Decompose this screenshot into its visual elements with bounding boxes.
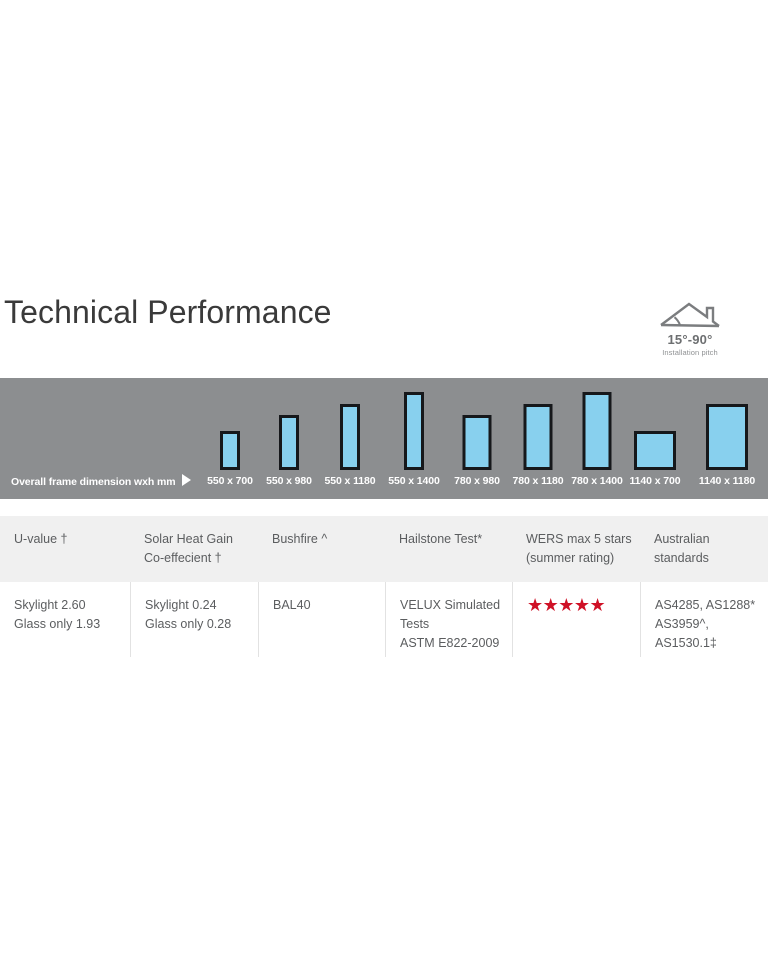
spec-value-line: Skylight 0.24 <box>145 598 217 612</box>
pitch-range-label: 15°-90° <box>667 332 713 347</box>
spec-value-line: VELUX Simulated <box>400 598 501 612</box>
frame-diagram-strip <box>0 378 768 470</box>
spec-header-line: U-value † <box>14 532 68 546</box>
spec-value-line: Glass only 0.28 <box>145 617 232 631</box>
spec-value-line: BAL40 <box>273 598 311 612</box>
frame-size-label: 550 x 1400 <box>388 475 440 487</box>
spec-value-line: AS3959^, <box>655 617 709 631</box>
spec-value-line: Skylight 2.60 <box>14 598 86 612</box>
spec-header-line: Solar Heat Gain <box>144 532 233 546</box>
frame-size-label: 1140 x 1180 <box>698 475 756 487</box>
roof-pitch-icon <box>660 302 720 328</box>
spec-table-header-cell: WERS max 5 stars (summer rating) <box>512 516 640 582</box>
spec-table-data-cell: AS4285, AS1288* AS3959^, AS1530.1‡ <box>640 582 768 657</box>
page-title: Technical Performance <box>4 294 332 330</box>
spec-table-data-cell: Skylight 0.24 Glass only 0.28 <box>130 582 258 657</box>
spec-table-header-cell: Australian standards <box>640 516 768 582</box>
pitch-caption-label: Installation pitch <box>662 348 718 357</box>
spec-header-line: Co-effecient † <box>144 551 222 565</box>
technical-performance-page: Technical Performance 15°-90° Installati… <box>0 0 768 960</box>
frame-size-label: 550 x 700 <box>207 475 253 487</box>
spec-table-header-cell: Hailstone Test* <box>385 516 512 582</box>
star-rating: ★★★★★ <box>527 595 606 615</box>
frame-size-label: 1140 x 700 <box>629 475 681 487</box>
frame-diagram-rect <box>279 415 299 470</box>
spec-header-line: Bushfire ^ <box>272 532 328 546</box>
frame-diagram-rect <box>523 404 553 470</box>
frame-dimension-caption: Overall frame dimension wxh mm <box>11 474 192 489</box>
frame-diagram-rect <box>220 431 240 470</box>
spec-table-data-cell: VELUX Simulated Tests ASTM E822-2009 <box>385 582 512 657</box>
spec-value-line: AS4285, AS1288* <box>655 598 756 612</box>
spec-table-data-cell: ★★★★★ <box>512 582 640 657</box>
spec-header-line: standards <box>654 551 709 565</box>
frame-dimension-bar: Overall frame dimension wxh mm 550 x 700… <box>0 378 768 499</box>
frame-size-label: 550 x 980 <box>266 475 312 487</box>
frame-size-label: 780 x 1180 <box>512 475 564 487</box>
spec-header-line: Hailstone Test* <box>399 532 483 546</box>
spec-value-line: AS1530.1‡ <box>655 636 717 650</box>
frame-size-label: 550 x 1180 <box>324 475 376 487</box>
spec-table-header-cell: U-value † <box>0 516 130 582</box>
spec-table-data-row: Skylight 2.60 Glass only 1.93 Skylight 0.2… <box>0 582 768 657</box>
frame-diagram-rect <box>404 392 424 470</box>
frame-size-label-strip: Overall frame dimension wxh mm 550 x 700… <box>0 470 768 499</box>
spec-table-header-row: U-value † Solar Heat Gain Co-effecient † Bu… <box>0 516 768 582</box>
spec-value-line: ASTM E822-2009 <box>400 636 500 650</box>
spec-value-line: Glass only 1.93 <box>14 617 101 631</box>
installation-pitch-badge: 15°-90° Installation pitch <box>645 300 735 362</box>
spec-table-header-cell: Solar Heat Gain Co-effecient † <box>130 516 258 582</box>
spec-table-data-cell: Skylight 2.60 Glass only 1.93 <box>0 582 130 657</box>
spec-header-line: (summer rating) <box>526 551 615 565</box>
frame-diagram-rect <box>582 392 612 470</box>
frame-dimension-caption-text: Overall frame dimension wxh mm <box>11 476 176 488</box>
frame-size-label: 780 x 1400 <box>571 475 623 487</box>
spec-header-line: Australian <box>654 532 710 546</box>
frame-diagram-rect <box>634 431 676 470</box>
spec-table-header-cell: Bushfire ^ <box>258 516 385 582</box>
frame-size-label: 780 x 980 <box>454 475 500 487</box>
frame-diagram-rect <box>706 404 748 470</box>
frame-diagram-rect <box>462 415 492 470</box>
spec-value-line: Tests <box>400 617 430 631</box>
spec-header-line: WERS max 5 stars <box>526 532 632 546</box>
spec-table-data-cell: BAL40 <box>258 582 385 657</box>
spec-table: U-value † Solar Heat Gain Co-effecient † Bu… <box>0 516 768 657</box>
play-triangle-icon <box>182 474 192 486</box>
frame-diagram-rect <box>340 404 360 470</box>
